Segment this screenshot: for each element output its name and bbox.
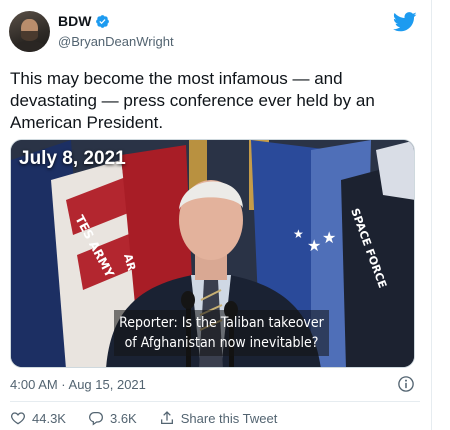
share-button[interactable]: Share this Tweet bbox=[159, 410, 278, 426]
tweet-media-video[interactable]: ★ ★ ★ TES ARMY SPACE FORCE AR July 8, 20… bbox=[10, 139, 415, 368]
twitter-bird-icon[interactable] bbox=[393, 12, 417, 32]
reply-icon bbox=[89, 412, 103, 426]
svg-text:★: ★ bbox=[307, 236, 321, 255]
video-caption: Reporter: Is the Taliban takeover of Afg… bbox=[114, 310, 329, 356]
divider bbox=[10, 401, 420, 402]
svg-text:★: ★ bbox=[293, 227, 304, 241]
reply-button[interactable]: 3.6K bbox=[88, 410, 137, 426]
svg-text:★: ★ bbox=[322, 228, 336, 247]
share-label: Share this Tweet bbox=[180, 410, 278, 426]
reply-count: 3.6K bbox=[109, 410, 137, 426]
heart-icon bbox=[11, 412, 25, 425]
author-handle[interactable]: @BryanDeanWright bbox=[58, 34, 174, 49]
video-date-overlay: July 8, 2021 bbox=[19, 148, 126, 169]
avatar[interactable] bbox=[9, 11, 50, 52]
author-name-row[interactable]: BDW bbox=[58, 13, 110, 29]
like-button[interactable]: 44.3K bbox=[10, 410, 66, 426]
share-icon bbox=[160, 411, 173, 424]
info-icon[interactable] bbox=[397, 375, 415, 393]
verified-badge-icon bbox=[96, 14, 110, 28]
tweet-text: This may become the most infamous — and … bbox=[10, 69, 375, 132]
like-count: 44.3K bbox=[32, 410, 66, 426]
tweet-card: BDW @BryanDeanWright This may become the… bbox=[0, 0, 432, 430]
tweet-actions: 44.3K 3.6K Share this Tweet bbox=[10, 410, 299, 426]
author-display-name[interactable]: BDW bbox=[58, 13, 91, 29]
tweet-timestamp[interactable]: 4:00 AM · Aug 15, 2021 bbox=[10, 377, 146, 392]
